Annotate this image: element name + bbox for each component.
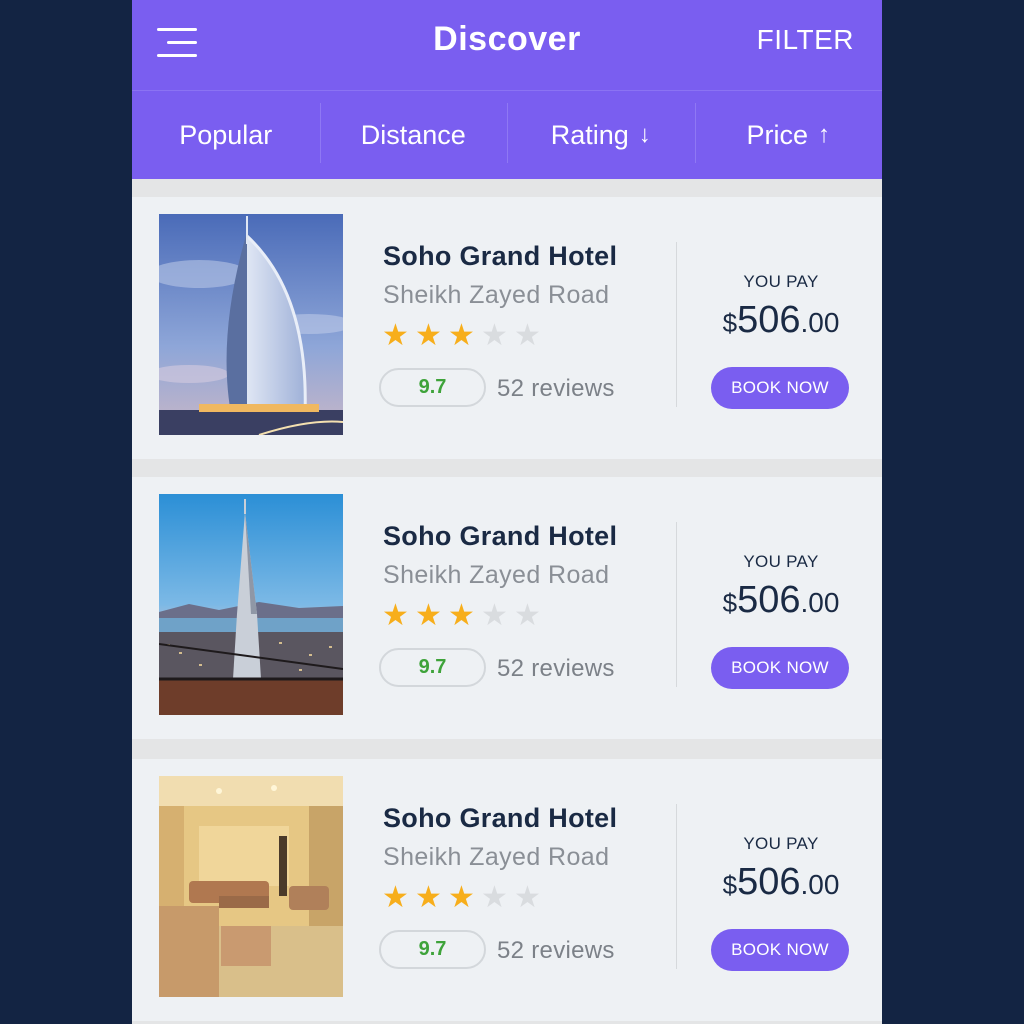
review-count[interactable]: 52 reviews xyxy=(497,655,615,683)
hotel-name[interactable]: Soho Grand Hotel xyxy=(383,521,617,552)
arrow-up-icon: ↑ xyxy=(818,121,830,148)
sort-tab-rating[interactable]: Rating ↓ xyxy=(507,91,695,179)
app-header: Discover FILTER xyxy=(132,0,882,90)
price: $506.00 xyxy=(692,299,870,342)
price-cents: .00 xyxy=(800,587,840,618)
divider xyxy=(676,242,677,407)
divider xyxy=(676,804,677,969)
star-empty-icon: ★ xyxy=(481,599,508,632)
sort-bar: Popular Distance Rating ↓ Price ↑ xyxy=(132,90,882,179)
price-currency: $ xyxy=(722,308,738,338)
score-badge: 9.7 xyxy=(379,930,486,969)
you-pay-label: YOU PAY xyxy=(743,834,819,853)
hotel-card[interactable]: Soho Grand Hotel Sheikh Zayed Road ★ ★ ★… xyxy=(132,197,882,459)
price: $506.00 xyxy=(692,579,870,622)
price-cents: .00 xyxy=(800,307,840,338)
review-count[interactable]: 52 reviews xyxy=(497,937,615,965)
star-filled-icon: ★ xyxy=(415,599,442,632)
sort-tab-label: Price xyxy=(746,119,808,150)
hotel-photo xyxy=(159,776,343,997)
sort-tab-label: Rating xyxy=(550,119,629,150)
star-empty-icon: ★ xyxy=(514,319,541,352)
you-pay-label: YOU PAY xyxy=(743,272,819,291)
star-filled-icon: ★ xyxy=(448,319,475,352)
book-now-button[interactable]: BOOK NOW xyxy=(711,929,849,971)
star-empty-icon: ★ xyxy=(514,881,541,914)
hotel-photo xyxy=(159,214,343,435)
hotel-photo xyxy=(159,494,343,715)
sort-tab-price[interactable]: Price ↑ xyxy=(694,91,883,179)
price-cents: .00 xyxy=(800,869,840,900)
price-currency: $ xyxy=(722,588,738,618)
sort-tab-label: Distance xyxy=(360,119,466,150)
star-empty-icon: ★ xyxy=(481,881,508,914)
you-pay-label: YOU PAY xyxy=(743,552,819,571)
score-badge: 9.7 xyxy=(379,368,486,407)
hotel-address: Sheikh Zayed Road xyxy=(383,843,610,871)
hotel-name[interactable]: Soho Grand Hotel xyxy=(383,241,617,272)
filter-button[interactable]: FILTER xyxy=(757,24,854,56)
star-filled-icon: ★ xyxy=(448,599,475,632)
hotel-address: Sheikh Zayed Road xyxy=(383,281,610,309)
hotel-name[interactable]: Soho Grand Hotel xyxy=(383,803,617,834)
hotel-card[interactable]: Soho Grand Hotel Sheikh Zayed Road ★ ★ ★… xyxy=(132,759,882,1021)
book-now-button[interactable]: BOOK NOW xyxy=(711,367,849,409)
sort-tab-distance[interactable]: Distance xyxy=(319,91,508,179)
star-rating: ★ ★ ★ ★ ★ xyxy=(382,881,547,915)
hotel-card[interactable]: Soho Grand Hotel Sheikh Zayed Road ★ ★ ★… xyxy=(132,477,882,739)
star-rating: ★ ★ ★ ★ ★ xyxy=(382,599,547,633)
star-filled-icon: ★ xyxy=(382,319,409,352)
price-currency: $ xyxy=(722,870,738,900)
star-filled-icon: ★ xyxy=(382,599,409,632)
book-now-button[interactable]: BOOK NOW xyxy=(711,647,849,689)
hotel-address: Sheikh Zayed Road xyxy=(383,561,610,589)
star-filled-icon: ★ xyxy=(415,319,442,352)
star-empty-icon: ★ xyxy=(481,319,508,352)
star-filled-icon: ★ xyxy=(415,881,442,914)
star-filled-icon: ★ xyxy=(448,881,475,914)
star-filled-icon: ★ xyxy=(382,881,409,914)
sort-tab-label: Popular xyxy=(179,119,273,150)
score-badge: 9.7 xyxy=(379,648,486,687)
arrow-down-icon: ↓ xyxy=(638,121,651,148)
price-whole: 506 xyxy=(737,861,801,903)
star-empty-icon: ★ xyxy=(514,599,541,632)
review-count[interactable]: 52 reviews xyxy=(497,375,615,403)
app-screen: Discover FILTER Popular Distance Rating … xyxy=(132,0,882,1024)
sort-tab-popular[interactable]: Popular xyxy=(132,91,320,179)
price: $506.00 xyxy=(692,861,870,904)
divider xyxy=(676,522,677,687)
price-whole: 506 xyxy=(737,299,801,341)
price-whole: 506 xyxy=(737,579,801,621)
star-rating: ★ ★ ★ ★ ★ xyxy=(382,319,547,353)
